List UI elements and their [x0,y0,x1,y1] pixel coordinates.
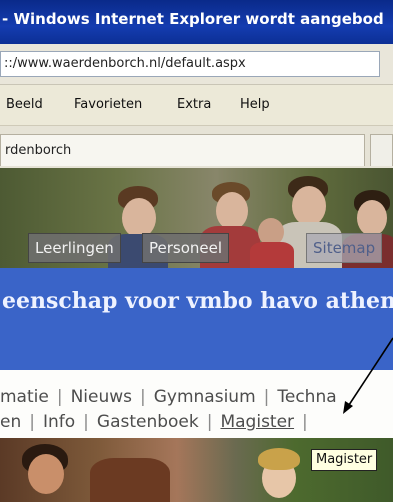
link-separator: | [206,412,213,432]
link-nieuws[interactable]: Nieuws [71,387,132,407]
banner-tagline: eenschap voor vmbo havo athen [2,288,393,314]
menu-item-help[interactable]: Help [240,97,270,112]
window-title-bar: - Windows Internet Explorer wordt aangeb… [0,0,393,44]
menu-item-beeld[interactable]: Beeld [6,97,43,112]
link-row-2: en | Info | Gastenboek | Magister | [0,412,316,432]
menu-bar: Beeld Favorieten Extra Help [0,85,393,126]
site-link-menu: matie | Nieuws | Gymnasium | Techna en | Info | Ga… [0,370,393,438]
link-separator: | [83,412,89,432]
nav-leerlingen-button[interactable]: Leerlingen [28,233,121,263]
address-bar: ::/www.waerdenborch.nl/default.aspx [0,44,393,85]
link-informatie[interactable]: matie [0,387,49,407]
link-row-1: matie | Nieuws | Gymnasium | Techna [0,387,337,407]
site-banner: eenschap voor vmbo havo athen [0,268,393,370]
tab-bar: rdenborch [0,126,393,169]
link-technasium[interactable]: Techna [277,387,336,407]
link-magister[interactable]: Magister [220,412,294,432]
link-partial-en[interactable]: en [0,412,21,432]
link-gastenboek[interactable]: Gastenboek [97,412,199,432]
address-url: ::/www.waerdenborch.nl/default.aspx [4,56,246,71]
nav-personeel-button[interactable]: Personeel [142,233,230,263]
link-info[interactable]: Info [43,412,75,432]
link-separator: | [263,387,270,407]
magister-tooltip: Magister [311,449,378,471]
browser-tab[interactable]: rdenborch [0,134,365,166]
address-field[interactable]: ::/www.waerdenborch.nl/default.aspx [0,51,380,77]
new-tab-button[interactable] [370,134,393,166]
link-separator: | [140,387,146,407]
menu-item-extra[interactable]: Extra [177,97,211,112]
link-separator: | [29,412,35,432]
menu-item-favorieten[interactable]: Favorieten [74,97,142,112]
nav-sitemap-button[interactable]: Sitemap [306,233,383,263]
link-separator: | [302,412,308,432]
tab-label: rdenborch [5,143,72,158]
link-separator: | [56,387,63,407]
link-gymnasium[interactable]: Gymnasium [154,387,256,407]
window-title: - Windows Internet Explorer wordt aangeb… [2,10,384,28]
